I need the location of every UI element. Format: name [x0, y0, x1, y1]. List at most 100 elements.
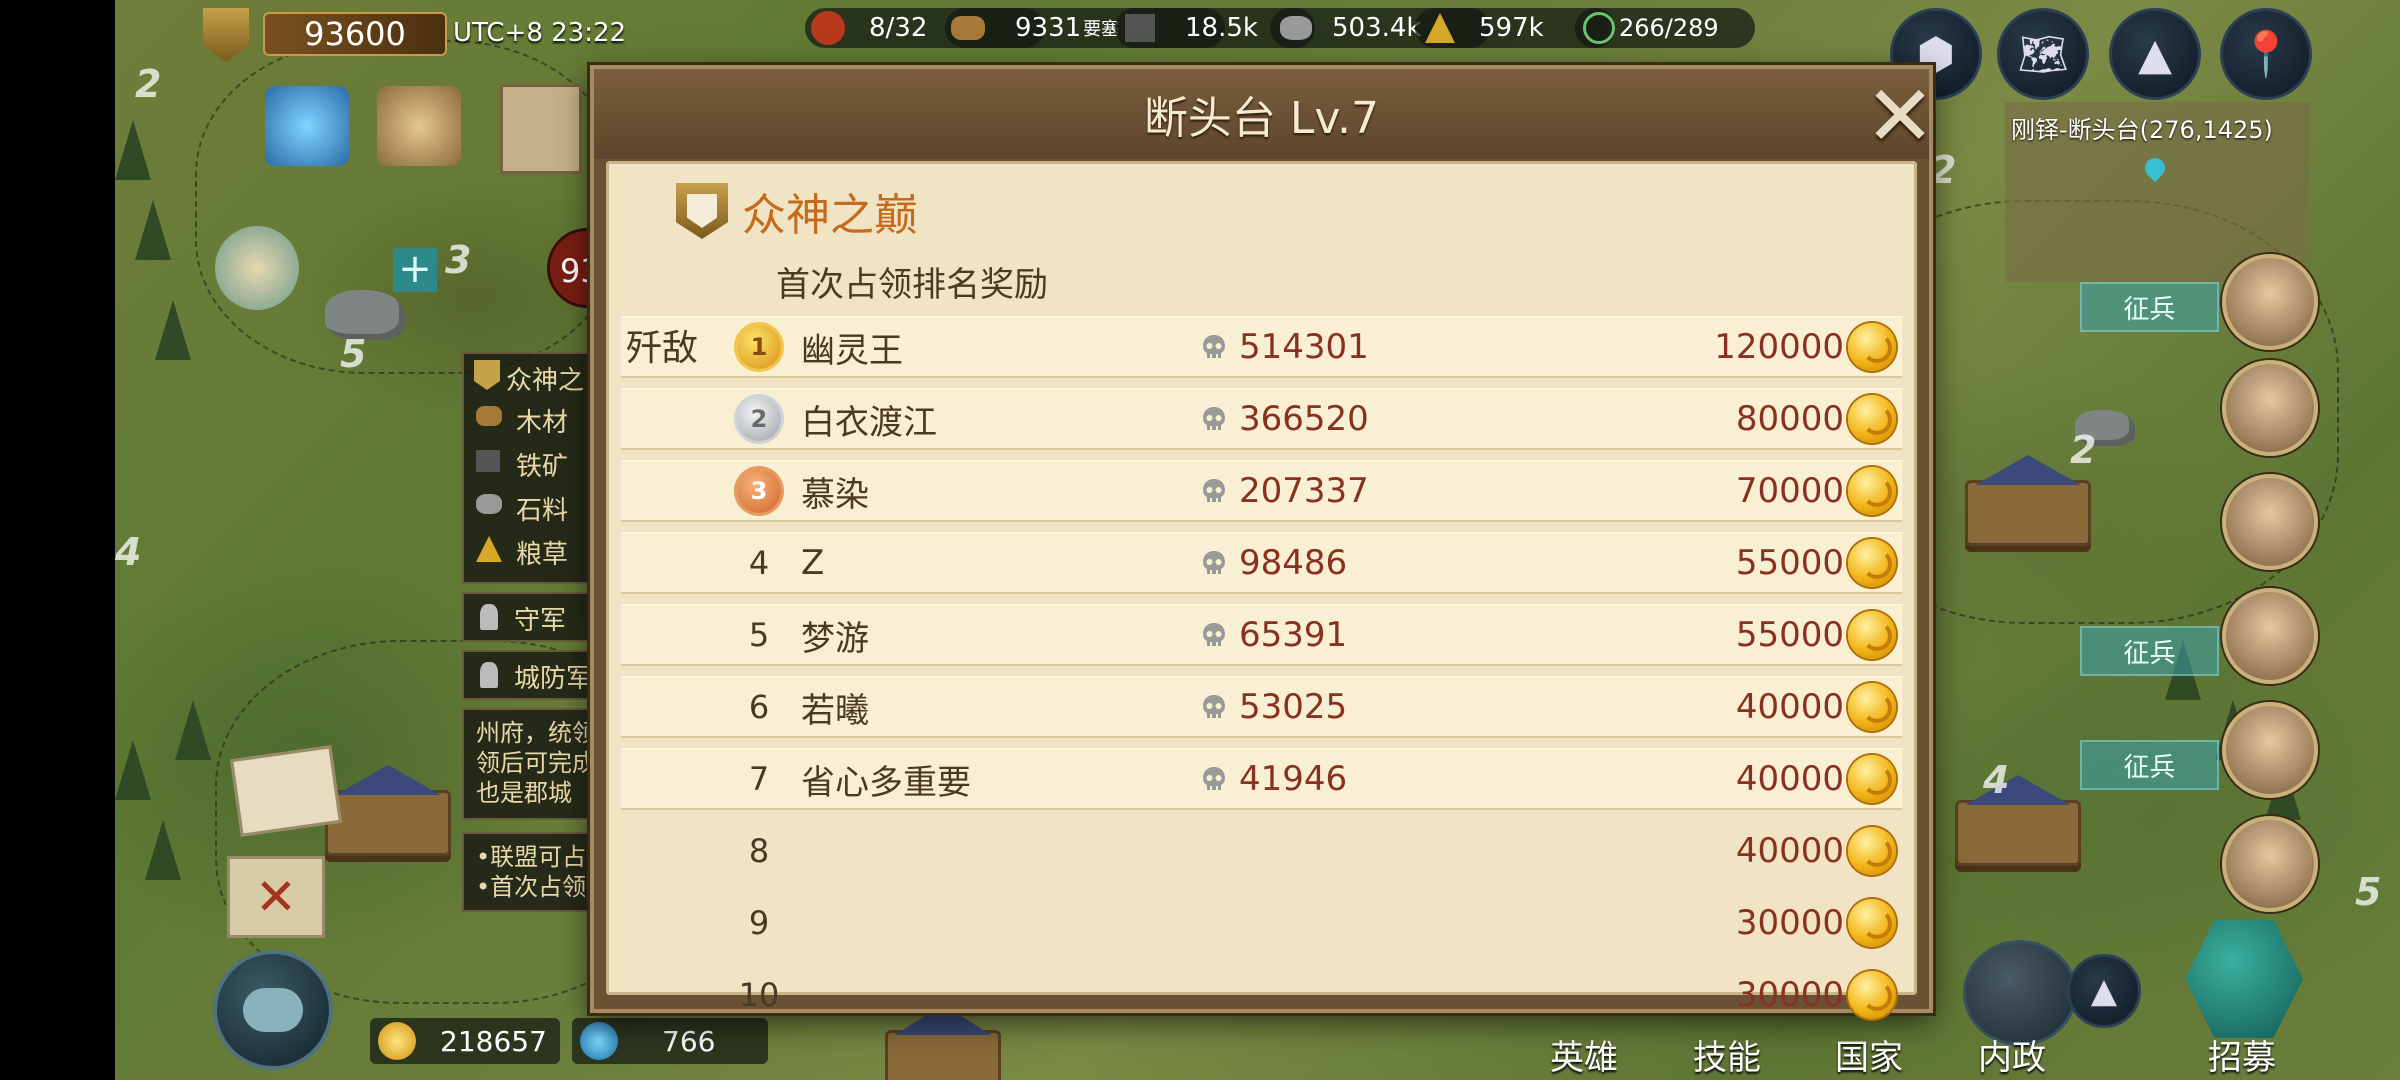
wood-icon: [951, 16, 985, 40]
bronze-medal-icon: 3: [737, 469, 781, 513]
player-name: 白衣渡江: [801, 402, 937, 443]
kill-count: 207337: [1239, 471, 1369, 511]
dialog-title: 断头台 Lv.7: [594, 69, 1929, 159]
hero-avatar-1[interactable]: [2222, 254, 2318, 350]
ranking-row: 3 慕染 207337 70000: [621, 460, 1902, 522]
defense-row: 守军: [462, 592, 606, 642]
skull-icon: [1199, 764, 1229, 794]
nav-skills[interactable]: 技能: [1693, 1030, 1761, 1079]
hero-avatar-5[interactable]: [2222, 702, 2318, 798]
up-arrow-button[interactable]: ▲: [2109, 8, 2201, 100]
tree: [135, 200, 171, 260]
ranking-row: 6 若曦 53025 40000: [621, 676, 1902, 738]
treasure-map-icon[interactable]: [377, 86, 461, 166]
close-button[interactable]: ✕: [1864, 67, 1936, 165]
crystal-event-icon[interactable]: [265, 86, 349, 166]
chat-button[interactable]: [213, 950, 333, 1070]
map-button[interactable]: 🗺: [1997, 8, 2089, 100]
kill-count: 98486: [1239, 543, 1348, 583]
mail-scroll-icon[interactable]: [230, 745, 342, 837]
kill-count: 366520: [1239, 399, 1369, 439]
stamina-counter[interactable]: 266/289: [1575, 8, 1755, 48]
territory-description: 州府，统领 领后可完成 也是郡城: [462, 708, 602, 820]
map-level-number: 2: [2070, 428, 2097, 472]
map-level-number: 3: [445, 238, 472, 282]
recruit-cards-icon[interactable]: [2185, 920, 2303, 1038]
battle-swords-icon[interactable]: ✕: [227, 856, 325, 938]
wood-icon: [476, 406, 502, 426]
recruit-button-3[interactable]: 征兵: [2080, 740, 2219, 790]
expand-menu-button[interactable]: ▲: [2067, 954, 2141, 1028]
chat-bubble-icon: [243, 988, 303, 1032]
ranking-row: 2 白衣渡江 366520 80000: [621, 388, 1902, 450]
rank-number: 8: [748, 832, 770, 870]
city-defense-row: 城防军: [462, 650, 606, 700]
nav-recruit[interactable]: 招募: [2208, 1030, 2276, 1079]
nav-heroes[interactable]: 英雄: [1550, 1030, 1618, 1079]
rank-number: 9: [748, 904, 770, 942]
nav-nation[interactable]: 国家: [1835, 1030, 1903, 1079]
dialog-body: 众神之巅 首次占领排名奖励 歼敌 1 幽灵王 514301 120000 2 白衣渡江 36…: [606, 161, 1917, 1019]
city-gate-icon[interactable]: [500, 84, 582, 174]
reward-amount: 70000: [1735, 471, 1844, 511]
tree: [115, 740, 151, 800]
map-level-number: 5: [2355, 870, 2382, 914]
village: [885, 1030, 1001, 1080]
stone-icon: [1280, 16, 1312, 40]
tree: [115, 120, 151, 180]
ranking-row: 4 Z 98486 55000: [621, 532, 1902, 594]
kill-count: 65391: [1239, 615, 1348, 655]
recruit-button-1[interactable]: 征兵: [2080, 282, 2219, 332]
gold-coin-icon: [1848, 827, 1896, 875]
rank-medal: 3: [731, 463, 787, 519]
rank-number: 5: [748, 616, 770, 654]
iron-icon: [476, 450, 500, 472]
hero-avatar-3[interactable]: [2222, 474, 2318, 570]
map-pin-icon: [2140, 153, 2170, 183]
hero-avatar-4[interactable]: [2222, 588, 2318, 684]
skull-icon: [1199, 404, 1229, 434]
reward-amount: 40000: [1735, 759, 1844, 799]
skull-icon: [1199, 548, 1229, 578]
location-button[interactable]: 📍: [2220, 8, 2312, 100]
gold-coin-icon: [378, 1022, 416, 1060]
reward-amount: 30000: [1735, 975, 1844, 1015]
ranking-row: 10 30000: [621, 964, 1902, 1026]
hero-avatar-2[interactable]: [2222, 360, 2318, 456]
gold-coin-icon: [1848, 755, 1896, 803]
player-name: 慕染: [801, 474, 869, 515]
reward-amount: 30000: [1735, 903, 1844, 943]
scroll-map-icon: 🗺: [2017, 31, 2069, 78]
tree: [145, 820, 181, 880]
reward-subtitle: 首次占领排名奖励: [776, 265, 1048, 305]
gold-coin-icon: [1848, 899, 1896, 947]
alliance-name: 众神之巅: [742, 190, 918, 241]
skull-icon: [1199, 476, 1229, 506]
troops-icon: [811, 11, 845, 45]
gold-coin-icon: [1848, 611, 1896, 659]
quest-scroll-icon[interactable]: [215, 226, 299, 310]
kill-count: 514301: [1239, 327, 1369, 367]
gold-coin-icon: [1848, 395, 1896, 443]
kill-count: 41946: [1239, 759, 1348, 799]
recruit-button-2[interactable]: 征兵: [2080, 626, 2219, 676]
gold-coin-icon: [1848, 323, 1896, 371]
tree: [155, 300, 191, 360]
grain-icon: [476, 536, 502, 562]
power-value: 93600: [263, 12, 447, 56]
ranking-row: 1 幽灵王 514301 120000: [621, 316, 1902, 378]
village: [1965, 480, 2091, 546]
silver-medal-icon: 2: [737, 397, 781, 441]
reward-amount: 120000: [1714, 327, 1844, 367]
nav-domestic[interactable]: 内政: [1978, 1030, 2046, 1079]
rank-medal: 1: [731, 319, 787, 375]
skull-icon: [1199, 620, 1229, 650]
rank-number: 7: [748, 760, 770, 798]
close-icon: ✕: [1864, 67, 1936, 165]
ranking-list: 1 幽灵王 514301 120000 2 白衣渡江 366520 80000 3 慕染 20733…: [621, 316, 1902, 1036]
power-emblem[interactable]: [203, 8, 249, 62]
gold-counter[interactable]: 218657: [370, 1018, 560, 1064]
hero-avatar-6[interactable]: [2222, 816, 2318, 912]
alliance-shield-icon: [676, 183, 728, 239]
add-icon[interactable]: +: [393, 248, 437, 292]
